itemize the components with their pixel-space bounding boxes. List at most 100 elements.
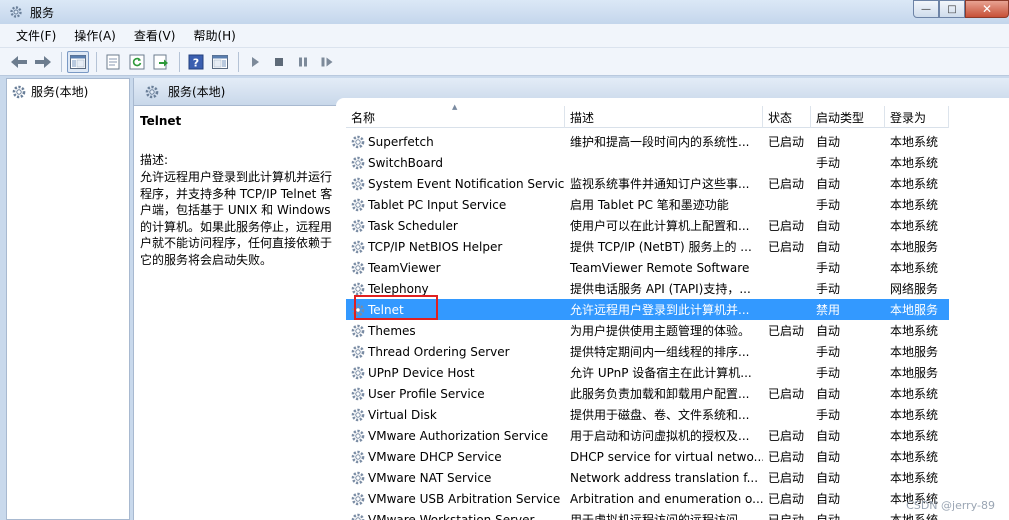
table-row[interactable]: VMware NAT Service Network address transl… [346, 467, 949, 488]
refresh-button[interactable] [126, 51, 148, 73]
service-name: VMware DHCP Service [368, 449, 502, 464]
back-arrow-icon [11, 55, 27, 68]
cell-log-on-as: 本地系统 [890, 261, 939, 275]
maximize-button[interactable]: □ [939, 0, 965, 18]
red-highlight-box [354, 295, 438, 320]
cell-description: 允许远程用户登录到此计算机并... [570, 303, 750, 317]
column-header-log-on-as[interactable]: 登录为 [885, 106, 949, 128]
panel-header-title: 服务(本地) [168, 85, 226, 99]
cell-log-on-as: 本地系统 [890, 429, 939, 443]
service-gear-icon [351, 513, 365, 520]
pause-service-button[interactable] [292, 51, 314, 73]
table-row[interactable]: SwitchBoard 手动 本地系统 [346, 152, 949, 173]
table-row[interactable]: TCP/IP NetBIOS Helper 提供 TCP/IP (NetBT) 服… [346, 236, 949, 257]
cell-name: Task Scheduler [346, 218, 565, 234]
table-row[interactable]: Virtual Disk 提供用于磁盘、卷、文件系统和... 手动 本地系统 [346, 404, 949, 425]
console-tree: 服务(本地) [6, 78, 130, 520]
services-panel: 服务(本地) Telnet 描述: 允许远程用户登录到此计算机并运行程序，并支持… [133, 78, 1009, 520]
start-service-button[interactable] [244, 51, 266, 73]
cell-name: System Event Notification Service [346, 176, 565, 192]
table-row[interactable]: Telnet 允许远程用户登录到此计算机并... 禁用 本地服务 [346, 295, 949, 320]
help-button[interactable]: ? [185, 51, 207, 73]
menu-file[interactable]: 文件(F) [8, 27, 64, 44]
service-title: Telnet [140, 114, 182, 128]
restart-service-button[interactable] [316, 51, 338, 73]
column-header-startup-type[interactable]: 启动类型 [811, 106, 885, 128]
stop-icon [275, 57, 283, 66]
show-action-pane-button[interactable] [209, 51, 231, 73]
cell-description: 为用户提供使用主题管理的体验。 [570, 324, 751, 338]
column-label: 启动类型 [816, 110, 865, 125]
properties-button[interactable] [102, 51, 124, 73]
column-header-name[interactable]: ▲ 名称 [346, 103, 565, 128]
cell-name: TeamViewer [346, 260, 565, 276]
restart-icon [321, 57, 333, 66]
cell-startup-type: 自动 [816, 219, 841, 233]
table-row[interactable]: VMware Workstation Server 用于虚拟机远程访问的远程访问.… [346, 509, 949, 520]
service-name: VMware Authorization Service [368, 428, 549, 443]
column-header-description[interactable]: 描述 [565, 106, 763, 128]
table-row[interactable]: VMware USB Arbitration Service Arbitratio… [346, 488, 949, 509]
cell-status: 已启动 [768, 324, 805, 338]
show-console-tree-button[interactable] [67, 50, 89, 73]
cell-name: VMware DHCP Service [346, 449, 565, 465]
cell-startup-type: 自动 [816, 240, 841, 254]
toolbar: ? [0, 48, 1009, 76]
cell-log-on-as: 本地系统 [890, 471, 939, 485]
cell-description: 提供电话服务 API (TAPI)支持，... [570, 282, 751, 296]
service-gear-icon [351, 135, 365, 148]
cell-log-on-as: 本地服务 [890, 345, 939, 359]
action-pane-icon [212, 54, 228, 69]
back-button[interactable] [8, 51, 30, 73]
cell-log-on-as: 本地系统 [890, 324, 939, 338]
cell-status: 已启动 [768, 177, 805, 191]
close-button[interactable]: ✕ [965, 0, 1009, 18]
table-row[interactable]: User Profile Service 此服务负责加载和卸载用户配置... 已启动… [346, 383, 949, 404]
cell-startup-type: 手动 [816, 408, 841, 422]
column-label: 状态 [768, 110, 793, 125]
cell-name: Tablet PC Input Service [346, 197, 565, 213]
forward-button[interactable] [32, 51, 54, 73]
cell-log-on-as: 本地系统 [890, 177, 939, 191]
table-row[interactable]: Task Scheduler 使用户可以在此计算机上配置和... 已启动 自动 本地系统 [346, 215, 949, 236]
service-name: Telephony [368, 281, 429, 296]
stop-service-button[interactable] [268, 51, 290, 73]
cell-startup-type: 自动 [816, 513, 841, 520]
cell-startup-type: 自动 [816, 324, 841, 338]
service-gear-icon [351, 408, 365, 421]
service-name: Task Scheduler [368, 218, 458, 233]
table-row[interactable]: Tablet PC Input Service 启用 Tablet PC 笔和墨迹… [346, 194, 949, 215]
table-row[interactable]: Themes 为用户提供使用主题管理的体验。 已启动 自动 本地系统 [346, 320, 949, 341]
cell-startup-type: 手动 [816, 345, 841, 359]
cell-description: 用于虚拟机远程访问的远程访问... [570, 513, 750, 520]
cell-startup-type: 手动 [816, 366, 841, 380]
column-label: 登录为 [890, 110, 927, 125]
cell-startup-type: 手动 [816, 198, 841, 212]
menu-help[interactable]: 帮助(H) [185, 27, 243, 44]
cell-startup-type: 自动 [816, 429, 841, 443]
table-row[interactable]: VMware Authorization Service 用于启动和访问虚拟机的授… [346, 425, 949, 446]
service-name: Themes [368, 323, 416, 338]
description-label: 描述: [140, 153, 169, 167]
tree-item-services-local[interactable]: 服务(本地) [11, 83, 129, 100]
tree-item-label: 服务(本地) [31, 85, 89, 99]
table-row[interactable]: UPnP Device Host 允许 UPnP 设备宿主在此计算机... 手动 本地… [346, 362, 949, 383]
column-header-status[interactable]: 状态 [763, 106, 811, 128]
service-gear-icon [351, 198, 365, 211]
service-description-pane: Telnet 描述: 允许远程用户登录到此计算机并运行程序，并支持多种 TCP/… [140, 114, 336, 268]
table-row[interactable]: Superfetch 维护和提高一段时间内的系统性... 已启动 自动 本地系统 [346, 131, 949, 152]
cell-log-on-as: 本地系统 [890, 513, 939, 520]
table-row[interactable]: System Event Notification Service 监视系统事件并… [346, 173, 949, 194]
svg-text:?: ? [193, 56, 199, 69]
menu-view[interactable]: 查看(V) [126, 27, 184, 44]
table-row[interactable]: TeamViewer TeamViewer Remote Software 手动 本地… [346, 257, 949, 278]
export-list-button[interactable] [150, 51, 172, 73]
cell-startup-type: 自动 [816, 450, 841, 464]
table-row[interactable]: Thread Ordering Server 提供特定期间内一组线程的排序... 手… [346, 341, 949, 362]
table-row[interactable]: VMware DHCP Service DHCP service for virt… [346, 446, 949, 467]
minimize-button[interactable]: — [913, 0, 939, 18]
title-bar: 服务 — □ ✕ [0, 0, 1009, 24]
service-name: UPnP Device Host [368, 365, 475, 380]
menu-action[interactable]: 操作(A) [66, 27, 124, 44]
cell-status: 已启动 [768, 492, 805, 506]
